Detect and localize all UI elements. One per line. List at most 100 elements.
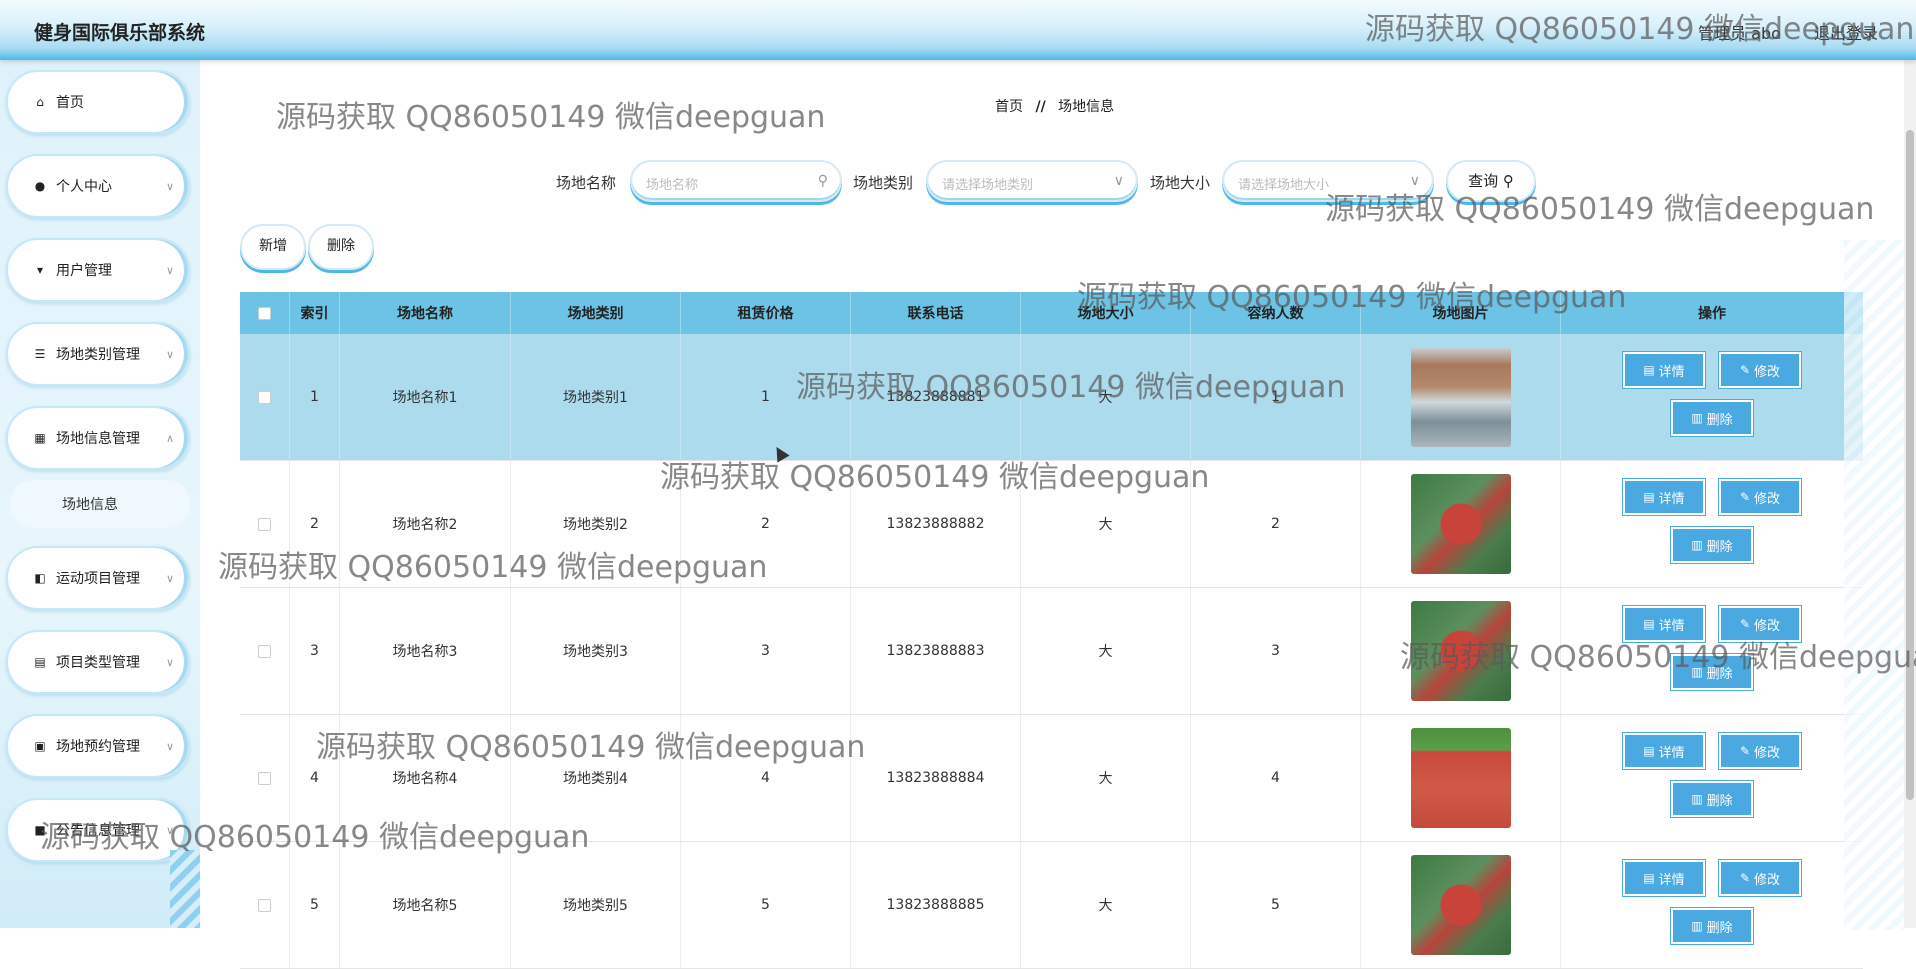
scrollbar[interactable] [1904, 60, 1916, 928]
breadcrumb-current: 场地信息 [1058, 99, 1115, 115]
edit-button-label: 修改 [1754, 364, 1781, 380]
cell-type: 场地类别3 [511, 588, 681, 714]
sidebar-item-project-type[interactable]: ▤ 项目类型管理 ∨ [6, 630, 190, 694]
row-delete-button[interactable]: ▥ 删除 [1670, 526, 1754, 564]
breadcrumb-home[interactable]: 首页 [995, 99, 1023, 115]
detail-button-label: 详情 [1658, 491, 1685, 507]
chevron-down-icon: ∨ [165, 740, 174, 753]
watermark: 源码获取 QQ86050149 微信deepguan [796, 370, 1346, 405]
chevron-down-icon: ∨ [165, 348, 174, 361]
cell-capacity: 5 [1191, 842, 1361, 968]
edit-button[interactable]: ✎ 修改 [1718, 859, 1802, 897]
venue-type-select[interactable]: 请选择场地类别 ∨ [926, 160, 1138, 202]
cell-name: 场地名称3 [340, 588, 511, 714]
sidebar-subitem-label: 场地信息 [62, 497, 118, 513]
add-button[interactable]: 新增 [240, 224, 306, 270]
sidebar-item-label: 场地类别管理 [56, 347, 140, 363]
sport-icon: ◧ [34, 571, 46, 585]
sidebar-item-venue-info[interactable]: ▦ 场地信息管理 ∧ [6, 406, 190, 470]
sidebar-item-users[interactable]: ▾ 用户管理 ∨ [6, 238, 190, 302]
row-delete-button[interactable]: ▥ 删除 [1670, 399, 1754, 437]
row-delete-button[interactable]: ▥ 删除 [1670, 907, 1754, 945]
edit-button-label: 修改 [1754, 491, 1781, 507]
detail-button[interactable]: ▤ 详情 [1622, 478, 1706, 516]
user-icon: ● [34, 179, 46, 193]
chevron-down-icon: ∨ [165, 264, 174, 277]
venue-thumbnail[interactable] [1410, 347, 1511, 447]
row-delete-button-label: 删除 [1706, 539, 1733, 555]
row-delete-button-label: 删除 [1706, 793, 1733, 809]
trash-icon: ▥ [1691, 792, 1703, 806]
venue-type-placeholder: 请选择场地类别 [942, 178, 1034, 193]
breadcrumb: 首页 // 场地信息 [995, 96, 1114, 116]
trash-icon: ▥ [1691, 538, 1703, 552]
edit-button[interactable]: ✎ 修改 [1718, 732, 1802, 770]
chevron-down-icon: ∨ [165, 656, 174, 669]
detail-button-label: 详情 [1658, 745, 1685, 761]
delete-button[interactable]: 删除 [308, 224, 374, 270]
sidebar-item-label: 运动项目管理 [56, 571, 140, 587]
search-icon: ⚲ [817, 173, 828, 189]
venue-name-label: 场地名称 [556, 174, 617, 192]
detail-button[interactable]: ▤ 详情 [1622, 351, 1706, 389]
edit-button[interactable]: ✎ 修改 [1718, 478, 1802, 516]
pencil-icon: ✎ [1739, 363, 1751, 377]
detail-button-label: 详情 [1658, 618, 1685, 634]
select-all-checkbox[interactable] [258, 306, 271, 320]
cell-price: 5 [681, 842, 851, 968]
grid-icon: ▦ [34, 431, 46, 445]
chevron-down-icon: ∨ [1113, 173, 1124, 189]
row-select-cell [240, 588, 290, 714]
venue-thumbnail[interactable] [1410, 474, 1511, 574]
cell-name: 场地名称1 [340, 334, 511, 460]
venue-thumbnail[interactable] [1410, 855, 1511, 955]
app-title: 健身国际俱乐部系统 [34, 22, 206, 44]
trash-icon: ▥ [1691, 411, 1703, 425]
doc-icon: ▤ [34, 655, 46, 669]
venue-name-input[interactable]: 场地名称 ⚲ [630, 160, 842, 202]
row-checkbox[interactable] [258, 390, 271, 404]
cell-actions: ▤ 详情 ✎ 修改 ▥ 删除 [1561, 334, 1863, 460]
sidebar-subitem-venue-info[interactable]: 场地信息 [10, 480, 190, 528]
document-icon: ▤ [1643, 617, 1655, 631]
document-icon: ▤ [1643, 744, 1655, 758]
document-icon: ▤ [1643, 871, 1655, 885]
scrollbar-thumb[interactable] [1906, 130, 1914, 800]
venue-size-placeholder: 请选择场地大小 [1238, 178, 1330, 193]
sidebar-item-label: 场地预约管理 [56, 739, 140, 755]
sidebar-item-sports[interactable]: ◧ 运动项目管理 ∨ [6, 546, 190, 610]
sidebar-item-profile[interactable]: ● 个人中心 ∨ [6, 154, 190, 218]
users-icon: ▾ [36, 263, 44, 277]
row-checkbox[interactable] [258, 898, 271, 912]
watermark: 源码获取 QQ86050149 微信deepguan [40, 820, 590, 855]
detail-button[interactable]: ▤ 详情 [1622, 859, 1706, 897]
sidebar-item-home[interactable]: ⌂ 首页 [6, 70, 190, 134]
pencil-icon: ✎ [1739, 490, 1751, 504]
cell-capacity: 4 [1191, 715, 1361, 841]
row-checkbox[interactable] [258, 644, 271, 658]
edit-button[interactable]: ✎ 修改 [1718, 351, 1802, 389]
cell-phone: 13823888885 [851, 842, 1021, 968]
document-icon: ▤ [1643, 490, 1655, 504]
sidebar-item-booking[interactable]: ▣ 场地预约管理 ∨ [6, 714, 190, 778]
row-action-group: ▤ 详情 ✎ 修改 ▥ 删除 [1561, 461, 1863, 587]
watermark: 源码获取 QQ86050149 微信deepguan [660, 460, 1210, 495]
venue-size-label: 场地大小 [1150, 174, 1211, 192]
detail-button[interactable]: ▤ 详情 [1622, 732, 1706, 770]
home-icon: ⌂ [36, 95, 44, 109]
venue-thumbnail[interactable] [1410, 728, 1511, 828]
cell-size: 大 [1021, 842, 1191, 968]
watermark: 源码获取 QQ86050149 微信deepguan [1325, 192, 1875, 227]
row-select-cell [240, 334, 290, 460]
cell-actions: ▤ 详情 ✎ 修改 ▥ 删除 [1561, 842, 1863, 968]
row-delete-button[interactable]: ▥ 删除 [1670, 780, 1754, 818]
watermark: 源码获取 QQ86050149 微信deepguan [1365, 12, 1915, 47]
edit-button-label: 修改 [1754, 618, 1781, 634]
sidebar-decoration [170, 850, 200, 928]
row-checkbox[interactable] [258, 517, 271, 531]
cell-size: 大 [1021, 588, 1191, 714]
row-checkbox[interactable] [258, 771, 271, 785]
sidebar-item-venue-type[interactable]: ☰ 场地类别管理 ∨ [6, 322, 190, 386]
row-select-cell [240, 842, 290, 968]
breadcrumb-separator: // [1035, 99, 1046, 115]
